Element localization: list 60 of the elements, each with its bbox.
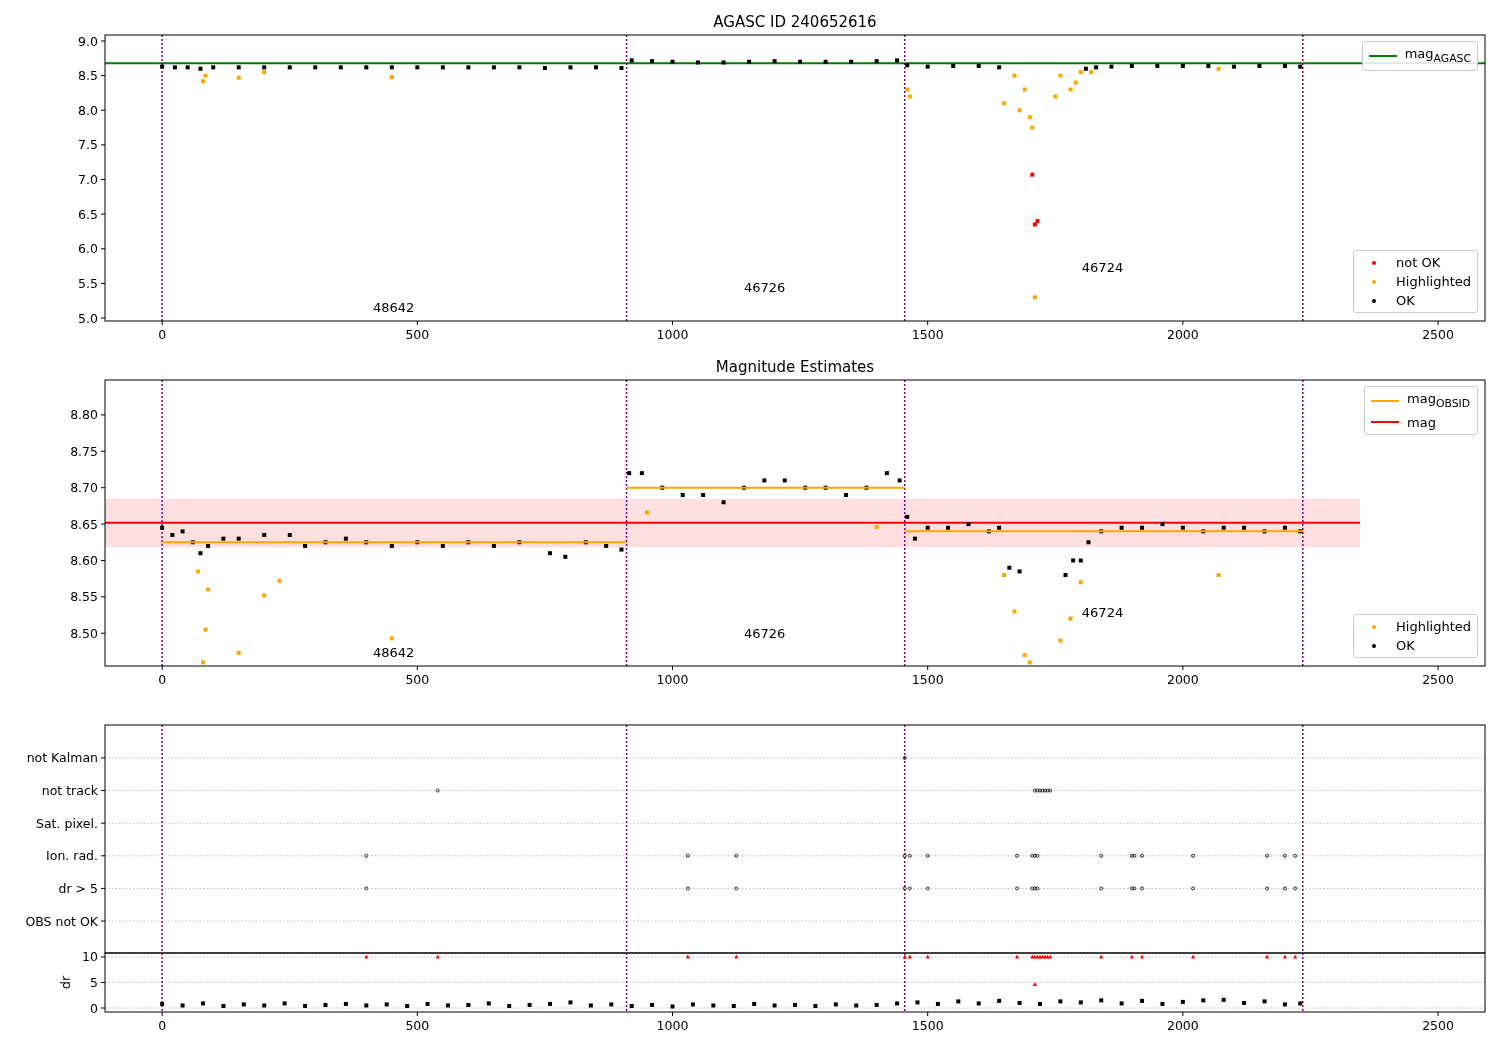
tick-label: Ion. rad. xyxy=(46,848,98,864)
tick-label: 1500 xyxy=(911,1018,944,1033)
tick-label: 5 xyxy=(90,975,98,990)
obsid-label: 46724 xyxy=(1081,259,1124,275)
tick-label: 1000 xyxy=(656,1018,689,1033)
tick-label: 8.65 xyxy=(70,516,98,532)
obsid-label: 46726 xyxy=(743,625,786,641)
legend-label: OK xyxy=(1396,637,1415,654)
legend-label: mag$_{AGASC}$ xyxy=(1404,45,1471,67)
legend-label: OK xyxy=(1396,292,1415,309)
tick-label: 5.5 xyxy=(78,275,98,291)
chart-title: AGASC ID 240652616 xyxy=(713,13,877,31)
obsid-label: 46726 xyxy=(743,280,786,295)
tick-label: 2500 xyxy=(1422,1018,1454,1033)
tick-label: 0 xyxy=(90,1000,98,1016)
legend-label: not OK xyxy=(1396,254,1441,271)
legend-label: Highlighted xyxy=(1396,618,1471,635)
tick-label: 10 xyxy=(82,949,98,965)
chart-title: Magnitude Estimates xyxy=(715,358,875,376)
tick-label: 7.0 xyxy=(78,172,98,187)
tick-label: 2000 xyxy=(1166,327,1199,342)
tick-label: not track xyxy=(41,783,98,799)
tick-label: 8.80 xyxy=(70,407,98,423)
legend-label: mag$_{OBSID}$ xyxy=(1407,390,1471,412)
obsid-label: 48642 xyxy=(372,300,415,315)
tick-label: 5.0 xyxy=(78,310,98,326)
tick-label: 8.55 xyxy=(70,589,98,605)
tick-label: 0 xyxy=(158,1018,167,1033)
tick-label: 2000 xyxy=(1166,1018,1199,1033)
tick-label: 500 xyxy=(405,327,430,342)
tick-label: 8.75 xyxy=(70,443,98,459)
tick-label: 1000 xyxy=(656,672,689,687)
tick-label: 2500 xyxy=(1422,672,1454,687)
tick-label: Sat. pixel. xyxy=(36,815,98,831)
tick-label: 8.50 xyxy=(70,625,98,641)
obsid-label: 46724 xyxy=(1081,605,1124,621)
tick-label: dr > 5 xyxy=(58,880,98,896)
tick-label: 2000 xyxy=(1166,672,1199,687)
tick-label: 1500 xyxy=(911,327,944,342)
axis-label: dr xyxy=(58,975,73,990)
tick-label: 0 xyxy=(158,327,167,342)
legend-label: mag xyxy=(1407,413,1436,431)
tick-label: 6.5 xyxy=(78,206,98,222)
tick-label: 9.0 xyxy=(78,33,98,49)
tick-label: 8.70 xyxy=(70,480,98,496)
tick-label: 7.5 xyxy=(78,137,98,153)
tick-label: 2500 xyxy=(1422,327,1454,342)
tick-label: OBS not OK xyxy=(25,913,98,929)
tick-label: 1500 xyxy=(911,672,944,687)
tick-label: 500 xyxy=(405,672,430,687)
tick-label: 0 xyxy=(158,672,167,687)
tick-label: 500 xyxy=(405,1018,430,1033)
tick-label: 1000 xyxy=(656,327,689,342)
obsid-label: 48642 xyxy=(372,645,415,661)
tick-label: 8.0 xyxy=(78,102,98,118)
tick-label: 8.60 xyxy=(70,553,98,568)
tick-label: 6.0 xyxy=(78,241,98,257)
tick-label: 8.5 xyxy=(78,68,98,84)
legend-label: Highlighted xyxy=(1396,273,1471,290)
tick-label: not Kalman xyxy=(26,750,98,766)
